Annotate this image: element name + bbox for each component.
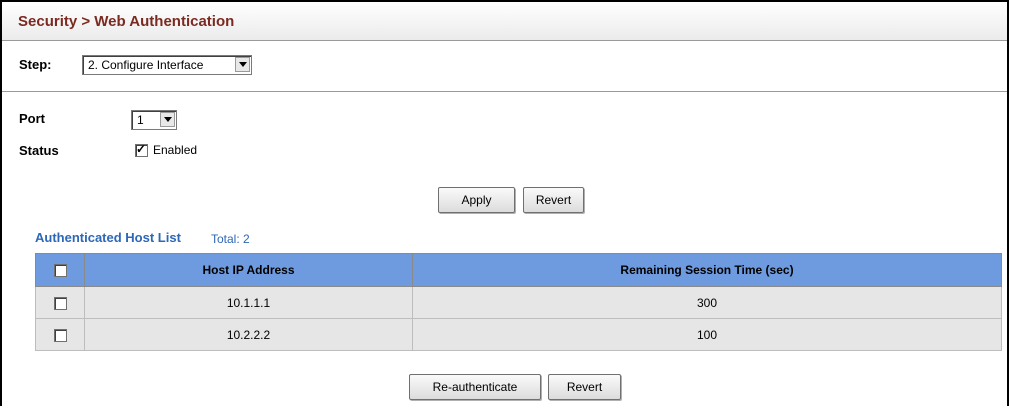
chevron-down-icon[interactable] — [160, 112, 175, 127]
host-list-total: Total: 2 — [211, 232, 250, 246]
table-header-row: Host IP Address Remaining Session Time (… — [35, 253, 1002, 287]
host-ip-cell: 10.2.2.2 — [84, 318, 413, 351]
row-select-checkbox[interactable] — [53, 296, 67, 310]
host-list-title: Authenticated Host List — [35, 230, 181, 245]
reauthenticate-button[interactable]: Re-authenticate — [409, 374, 541, 400]
session-time-cell: 100 — [412, 318, 1002, 351]
port-label: Port — [19, 111, 45, 126]
status-enabled-checkbox[interactable] — [135, 142, 148, 157]
step-select[interactable]: 2. Configure Interface — [82, 55, 252, 75]
status-label: Status — [19, 143, 59, 158]
column-header-host-ip: Host IP Address — [84, 253, 413, 287]
revert-button[interactable]: Revert — [523, 187, 584, 213]
port-select-value: 1 — [137, 113, 144, 127]
table-row: 10.2.2.2 100 — [35, 318, 1002, 351]
session-time-cell: 300 — [412, 286, 1002, 319]
host-ip-cell: 10.1.1.1 — [84, 286, 413, 319]
step-label: Step: — [19, 57, 52, 72]
select-all-header — [35, 253, 85, 287]
row-select-cell — [35, 318, 85, 351]
row-select-cell — [35, 286, 85, 319]
chevron-down-icon[interactable] — [235, 57, 250, 72]
status-enabled-label: Enabled — [153, 143, 198, 157]
step-select-value: 2. Configure Interface — [88, 58, 204, 72]
column-header-session-time: Remaining Session Time (sec) — [412, 253, 1002, 287]
port-select[interactable]: 1 — [131, 110, 177, 130]
apply-button[interactable]: Apply — [438, 187, 515, 213]
web-auth-panel: Security > Web Authentication Step: 2. C… — [0, 0, 1009, 406]
host-list-table: Host IP Address Remaining Session Time (… — [35, 253, 1002, 351]
list-revert-button[interactable]: Revert — [548, 374, 621, 400]
row-select-checkbox[interactable] — [53, 328, 67, 342]
step-bar: Step: 2. Configure Interface — [2, 41, 1007, 92]
select-all-checkbox[interactable] — [53, 264, 67, 278]
table-row: 10.1.1.1 300 — [35, 286, 1002, 319]
title-bar: Security > Web Authentication — [2, 2, 1007, 41]
page-title: Security > Web Authentication — [18, 13, 235, 30]
